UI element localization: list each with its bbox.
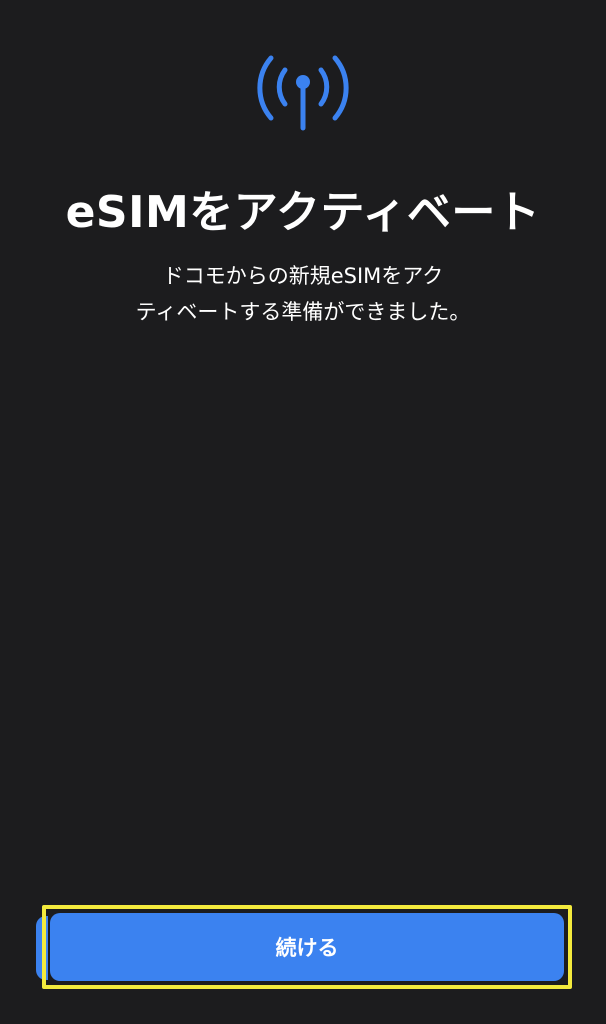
description-text: ドコモからの新規eSIMをアク ティベートする準備ができました。 bbox=[103, 258, 503, 330]
description-line-2: ティベートする準備ができました。 bbox=[135, 300, 471, 324]
description-line-1: ドコモからの新規eSIMをアク bbox=[162, 264, 444, 288]
continue-button[interactable]: 続ける bbox=[50, 913, 564, 981]
antenna-signal-icon bbox=[257, 55, 349, 131]
esim-activation-screen: eSIMをアクティベート ドコモからの新規eSIMをアク ティベートする準備がで… bbox=[0, 0, 606, 1024]
continue-button-highlight: 続ける bbox=[42, 905, 572, 989]
page-title: eSIMをアクティベート bbox=[65, 187, 541, 238]
